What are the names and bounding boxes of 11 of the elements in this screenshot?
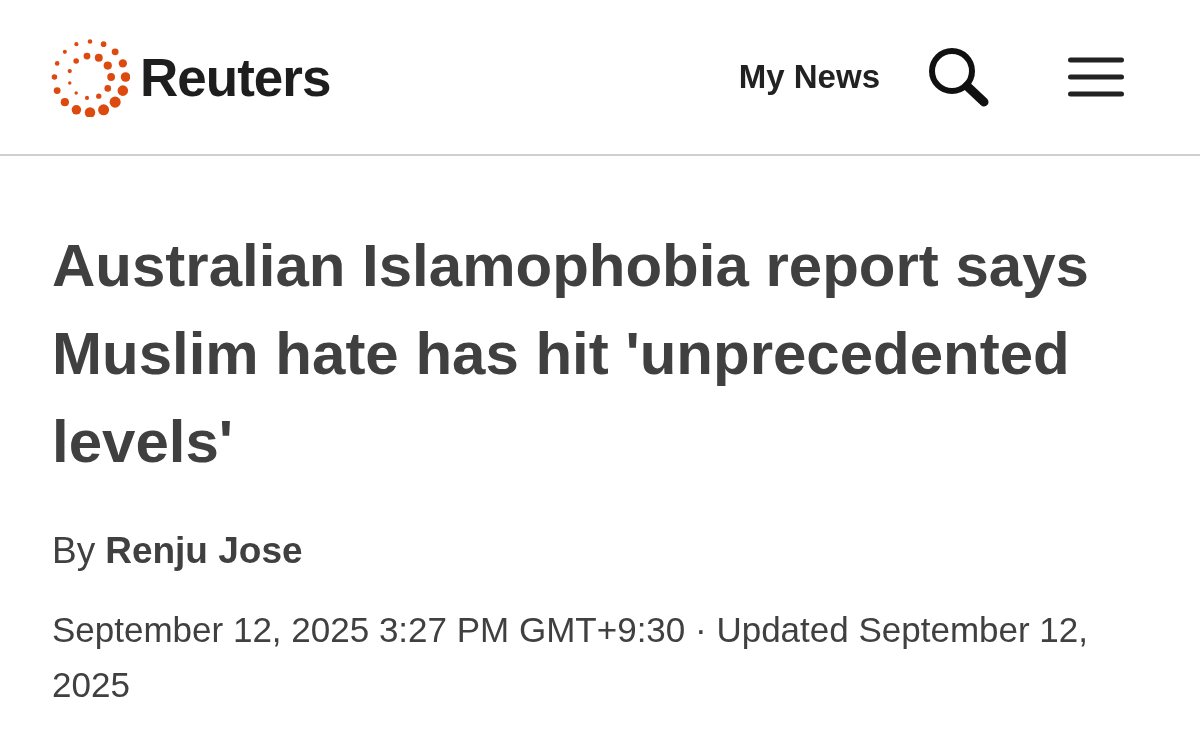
search-button[interactable] [928,47,990,107]
my-news-link[interactable]: My News [738,58,880,96]
brand-name[interactable]: Reuters [140,46,331,108]
menu-icon [1068,57,1124,97]
publish-date: September 12, 2025 3:27 PM GMT+9:30 · Updated September 12, 2025 [52,609,1090,706]
menu-button[interactable] [1068,57,1124,97]
logo-icon[interactable] [50,37,130,117]
byline-prefix: By [52,530,96,572]
author-link[interactable]: Renju Jose [105,530,303,572]
article-headline: Australian Islamophobia report says Muslim hate has hit 'unprecedented levels' [52,231,1090,477]
search-icon [928,47,990,107]
